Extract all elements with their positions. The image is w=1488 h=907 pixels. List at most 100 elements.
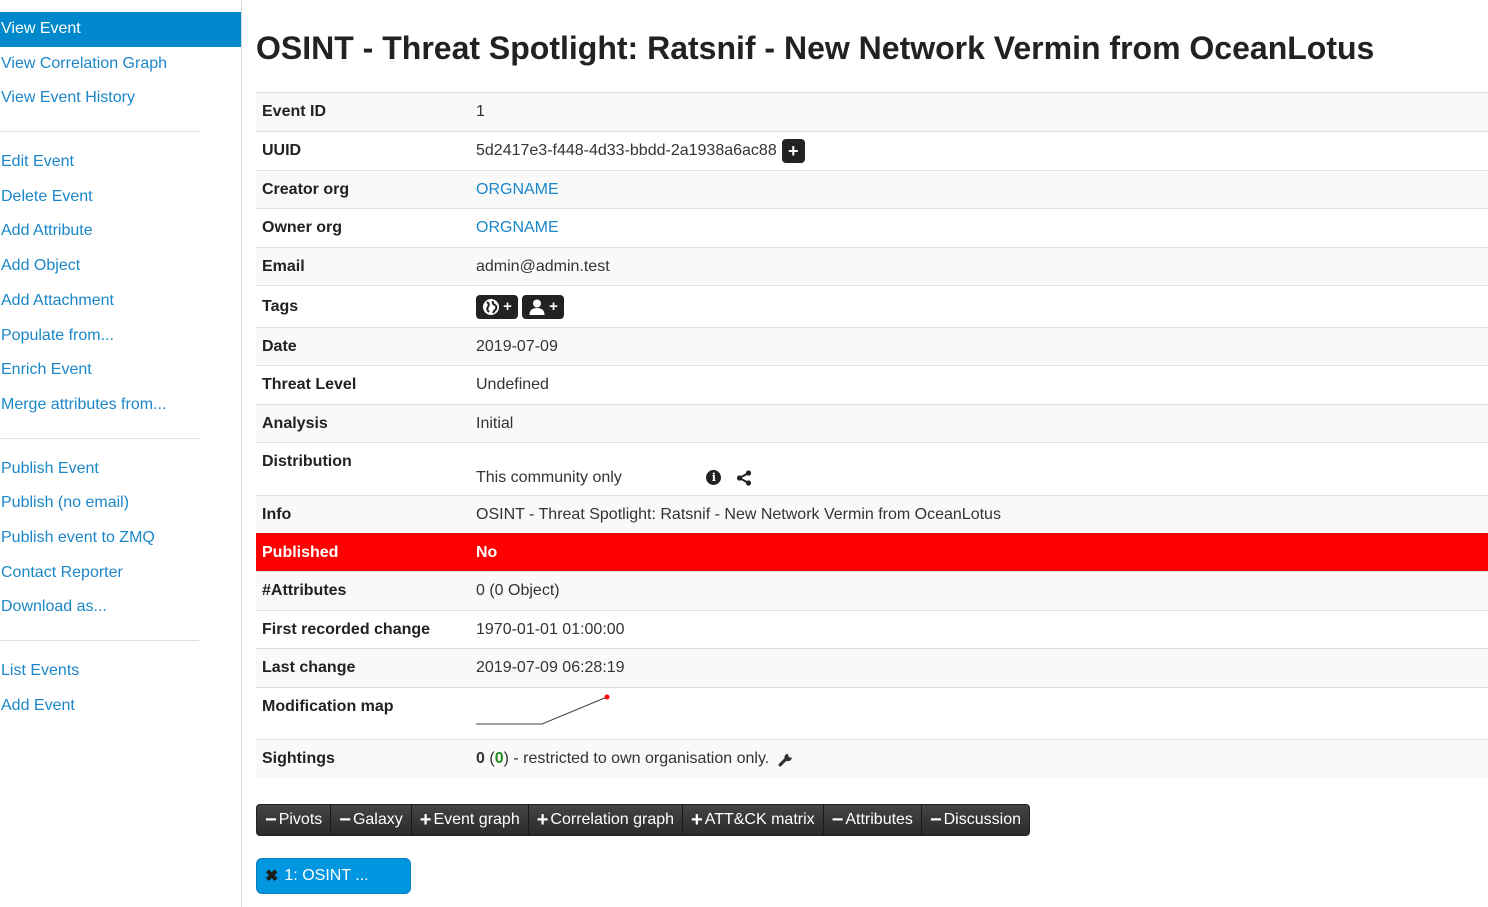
- globe-icon: [483, 298, 500, 315]
- distribution-cell: This community only i: [470, 442, 1488, 496]
- row-analysis: Analysis Initial: [256, 404, 1488, 443]
- sparkline-point: [604, 694, 610, 700]
- tab-attributes[interactable]: − Attributes: [823, 805, 922, 835]
- tab-label: Galaxy: [352, 811, 403, 828]
- row-label: Threat Level: [256, 365, 470, 405]
- row-info: Info OSINT - Threat Spotlight: Ratsnif -…: [256, 495, 1488, 534]
- pivot-chip[interactable]: ✖ 1: OSINT ...: [256, 858, 411, 894]
- row-label: Modification map: [256, 687, 470, 740]
- close-icon[interactable]: ✖: [265, 866, 278, 886]
- row-tags: Tags + +: [256, 285, 1488, 328]
- sightings-paren: (: [484, 749, 495, 767]
- row-label: First recorded change: [256, 610, 470, 649]
- row-uuid: UUID 5d2417e3-f448-4d33-bbdd-2a1938a6ac8…: [256, 131, 1488, 171]
- row-label: UUID: [256, 131, 470, 171]
- modification-map-cell: [470, 687, 1488, 740]
- minus-icon: −: [929, 809, 942, 831]
- row-label: #Attributes: [256, 571, 470, 611]
- row-attributes: #Attributes 0 (0 Object): [256, 571, 1488, 611]
- row-last-change: Last change 2019-07-09 06:28:19: [256, 648, 1488, 688]
- email-value: admin@admin.test: [470, 247, 1488, 286]
- tab-discussion[interactable]: − Discussion: [921, 805, 1029, 835]
- minus-icon: −: [339, 809, 351, 831]
- sidebar-item-view-event[interactable]: View Event: [0, 12, 241, 47]
- row-first-change: First recorded change 1970-01-01 01:00:0…: [256, 610, 1488, 649]
- row-label: Event ID: [256, 92, 470, 132]
- minus-icon: −: [265, 809, 277, 831]
- sidebar-item-list-events[interactable]: List Events: [0, 654, 241, 689]
- sidebar-item-enrich-event[interactable]: Enrich Event: [0, 353, 241, 388]
- sidebar-item-download-as[interactable]: Download as...: [0, 590, 241, 625]
- tab-pivots[interactable]: − Pivots: [257, 805, 332, 835]
- page-title: OSINT - Threat Spotlight: Ratsnif - New …: [256, 30, 1375, 66]
- minus-icon: −: [831, 809, 844, 831]
- sidebar-item-populate-from[interactable]: Populate from...: [0, 319, 241, 354]
- row-modification-map: Modification map: [256, 687, 1488, 740]
- plus-icon: +: [536, 809, 549, 831]
- row-email: Email admin@admin.test: [256, 247, 1488, 286]
- add-global-tag-button[interactable]: +: [476, 294, 518, 319]
- sidebar-item-add-event[interactable]: Add Event: [0, 689, 241, 724]
- owner-org-link[interactable]: ORGNAME: [476, 219, 559, 236]
- tab-galaxy[interactable]: − Galaxy: [331, 805, 412, 835]
- sightings-count: 0: [476, 749, 485, 767]
- sightings-own-count: 0: [494, 749, 504, 767]
- sidebar: View Event View Correlation Graph View E…: [0, 0, 242, 907]
- uuid-cell: 5d2417e3-f448-4d33-bbdd-2a1938a6ac88 +: [470, 131, 1488, 171]
- date-value: 2019-07-09: [470, 327, 1488, 366]
- tab-label: Pivots: [278, 811, 323, 828]
- row-date: Date 2019-07-09: [256, 327, 1488, 366]
- uuid-value: 5d2417e3-f448-4d33-bbdd-2a1938a6ac88: [476, 142, 777, 160]
- creator-org-link[interactable]: ORGNAME: [476, 181, 559, 198]
- event-meta-table: Event ID 1 UUID 5d2417e3-f448-4d33-bbdd-…: [256, 92, 1488, 778]
- sidebar-item-edit-event[interactable]: Edit Event: [0, 145, 241, 180]
- plus-icon: +: [419, 809, 432, 831]
- event-id-value: 1: [470, 92, 1488, 132]
- share-icon[interactable]: [736, 470, 752, 486]
- tab-attack-matrix[interactable]: + ATT&CK matrix: [683, 805, 824, 835]
- sidebar-item-add-attribute[interactable]: Add Attribute: [0, 214, 241, 249]
- row-event-id: Event ID 1: [256, 92, 1488, 132]
- sidebar-item-contact-reporter[interactable]: Contact Reporter: [0, 556, 241, 591]
- uuid-add-button[interactable]: +: [781, 139, 805, 163]
- analysis-value: Initial: [470, 404, 1488, 443]
- user-icon: [529, 299, 545, 315]
- event-section-tabs: − Pivots − Galaxy + Event graph + Correlatio…: [256, 804, 1030, 836]
- published-value: No: [470, 533, 1488, 572]
- row-label: Creator org: [256, 170, 470, 209]
- sidebar-item-publish-no-email[interactable]: Publish (no email): [0, 486, 241, 521]
- add-local-tag-button[interactable]: +: [522, 294, 564, 319]
- tab-label: ATT&CK matrix: [704, 811, 815, 828]
- row-label: Tags: [256, 285, 470, 328]
- tab-correlation-graph[interactable]: + Correlation graph: [528, 805, 684, 835]
- threat-level-value: Undefined: [470, 365, 1488, 405]
- wrench-icon[interactable]: [778, 750, 795, 767]
- row-creator-org: Creator org ORGNAME: [256, 170, 1488, 209]
- sidebar-item-delete-event[interactable]: Delete Event: [0, 180, 241, 215]
- tab-label: Attributes: [845, 811, 913, 828]
- plus-icon: +: [503, 298, 512, 315]
- last-change-value: 2019-07-09 06:28:19: [470, 648, 1488, 688]
- sidebar-item-add-object[interactable]: Add Object: [0, 249, 241, 284]
- row-threat-level: Threat Level Undefined: [256, 365, 1488, 405]
- sidebar-item-publish-zmq[interactable]: Publish event to ZMQ: [0, 521, 241, 556]
- tab-event-graph[interactable]: + Event graph: [411, 805, 529, 835]
- row-label: Sightings: [256, 739, 470, 778]
- tags-cell: + +: [470, 285, 1488, 328]
- sightings-cell: 0 (0) - restricted to own organisation o…: [470, 739, 1488, 778]
- sidebar-item-add-attachment[interactable]: Add Attachment: [0, 284, 241, 319]
- sidebar-item-view-correlation-graph[interactable]: View Correlation Graph: [0, 47, 241, 82]
- tab-label: Discussion: [943, 811, 1021, 828]
- sidebar-item-view-event-history[interactable]: View Event History: [0, 81, 241, 116]
- row-label: Owner org: [256, 208, 470, 248]
- sidebar-item-publish-event[interactable]: Publish Event: [0, 452, 241, 487]
- pivot-chip-label: 1: OSINT ...: [284, 867, 369, 884]
- row-label: Date: [256, 327, 470, 366]
- modification-sparkline: [476, 694, 610, 725]
- sightings-restriction-text: ) - restricted to own organisation only.: [503, 749, 770, 767]
- sidebar-divider: [0, 131, 199, 133]
- sidebar-item-merge-attributes[interactable]: Merge attributes from...: [0, 388, 241, 423]
- info-icon[interactable]: i: [706, 470, 722, 486]
- distribution-value: This community only: [476, 469, 622, 487]
- row-label: Published: [256, 533, 470, 572]
